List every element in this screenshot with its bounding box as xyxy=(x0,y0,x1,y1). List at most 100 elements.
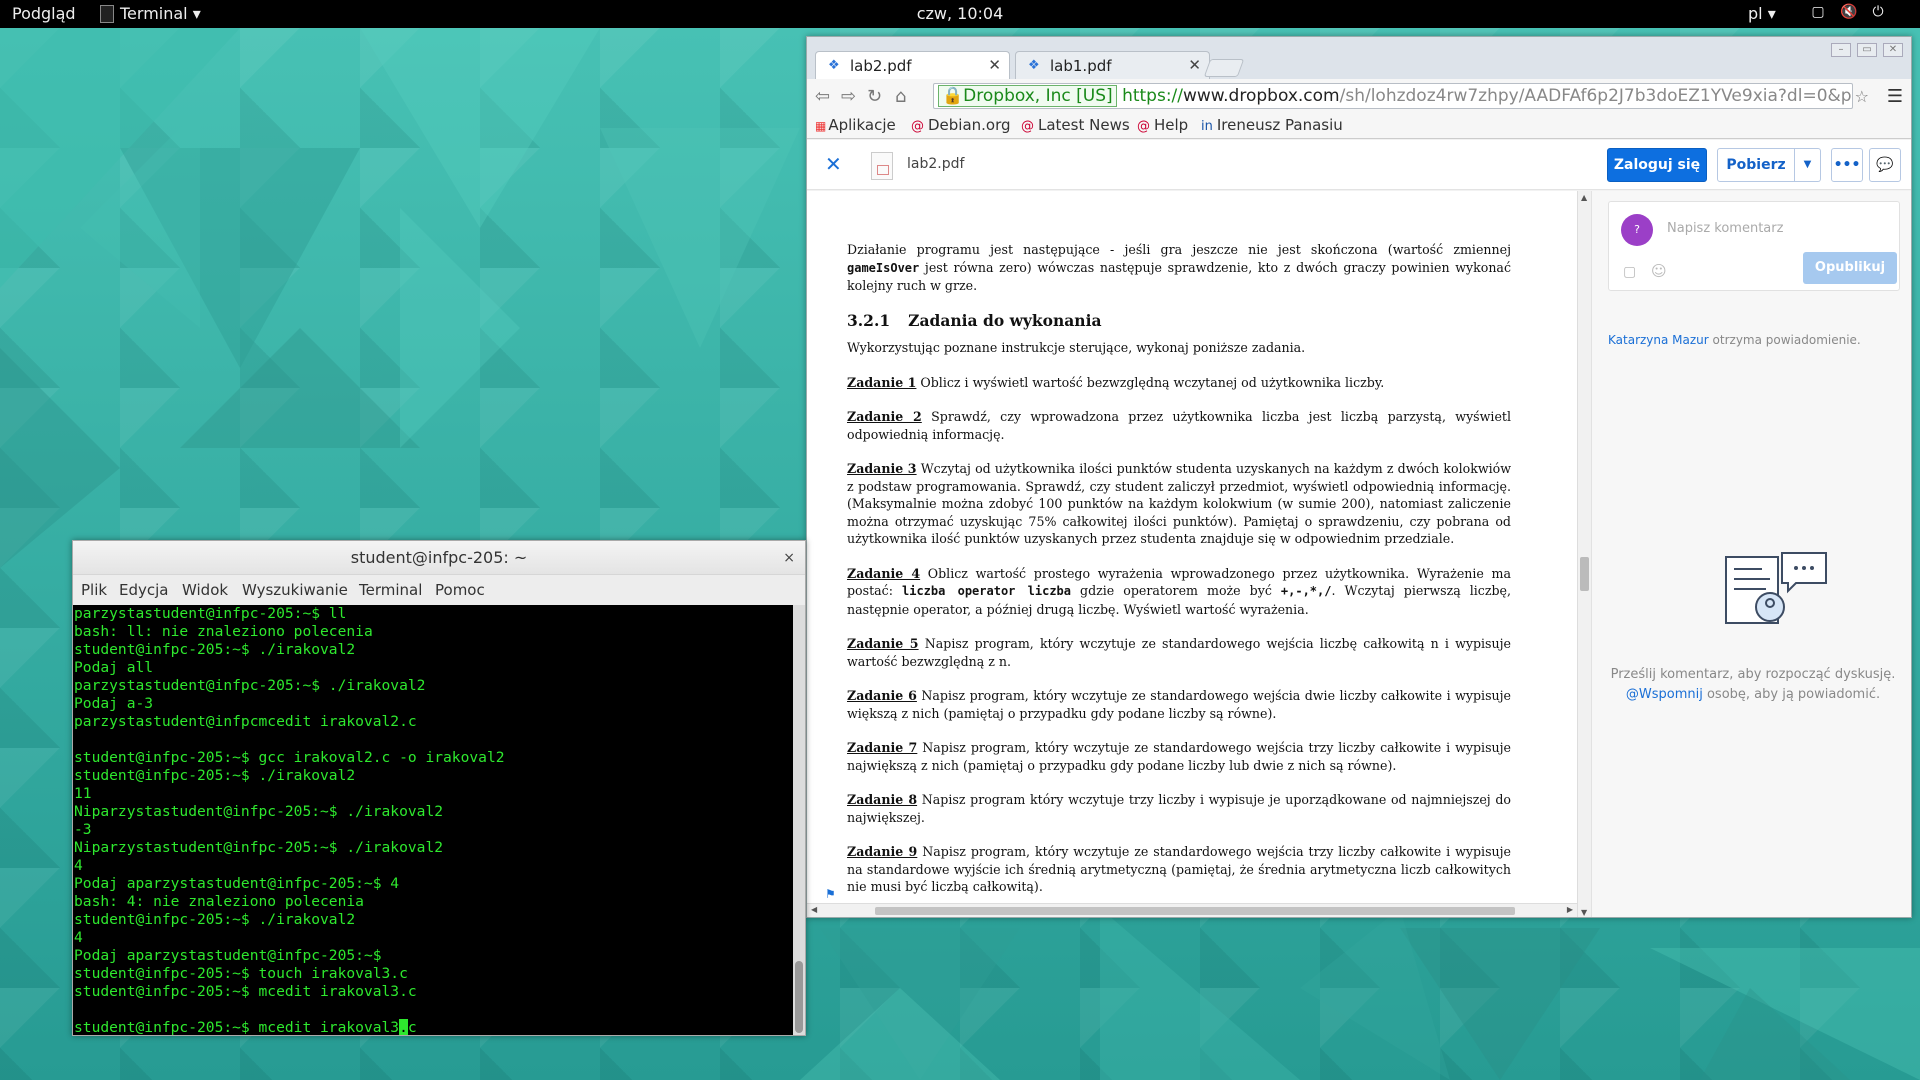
publish-button[interactable]: Opublikuj xyxy=(1803,252,1897,284)
login-button[interactable]: Zaloguj się xyxy=(1607,148,1707,182)
avatar: ? xyxy=(1621,214,1653,246)
scroll-left-icon[interactable]: ◀ xyxy=(811,905,817,914)
menu-terminal[interactable]: Terminal xyxy=(359,581,422,599)
comments-panel: ? Napisz komentarz ▢ ☺ Opublikuj Katarzy… xyxy=(1591,191,1911,917)
tab-lab1[interactable]: ❖ lab1.pdf ✕ xyxy=(1015,51,1210,79)
pdf-file-icon xyxy=(871,152,893,180)
task-label: Zadanie 1 xyxy=(847,374,917,390)
task-text: Napisz program, który wczytuje ze standa… xyxy=(847,636,1511,669)
download-dropdown-icon[interactable]: ▼ xyxy=(1795,148,1821,182)
terminal-line: 4 xyxy=(74,929,83,946)
task-label: Zadanie 4 xyxy=(847,565,921,581)
comment-composer: ? Napisz komentarz ▢ ☺ Opublikuj xyxy=(1608,201,1900,291)
notification-text: otrzyma powiadomienie. xyxy=(1708,333,1861,347)
pdf-text: jest równa zero) wówczas następuje spraw… xyxy=(847,259,1511,294)
pdf-viewer[interactable]: Działanie programu jest następujące - je… xyxy=(807,191,1591,917)
menu-wyszukiwanie[interactable]: Wyszukiwanie xyxy=(242,581,348,599)
bookmark-apps[interactable]: ▦ Aplikacje xyxy=(815,116,896,134)
scroll-right-icon[interactable]: ▶ xyxy=(1567,905,1573,914)
close-preview-icon[interactable]: ✕ xyxy=(825,152,842,176)
task-code: +,-,*,/ xyxy=(1280,584,1332,598)
pdf-text: Działanie programu jest następujące - je… xyxy=(847,242,1511,257)
home-icon[interactable]: ⌂ xyxy=(895,86,906,107)
maximize-icon[interactable]: ▭ xyxy=(1857,43,1877,57)
terminal-line: student@infpc-205:~$ ./irakoval2 xyxy=(74,641,356,658)
download-button[interactable]: Pobierz xyxy=(1717,148,1795,182)
tab-lab2[interactable]: ❖ lab2.pdf ✕ xyxy=(815,51,1010,79)
scroll-down-icon[interactable]: ▼ xyxy=(1581,908,1587,917)
tab-label: lab2.pdf xyxy=(850,57,912,75)
task-7: Zadanie 7 Napisz program, który wczytuje… xyxy=(847,739,1511,774)
task-8: Zadanie 8 Napisz program który wczytuje … xyxy=(847,791,1511,826)
bookmark-label: Help xyxy=(1154,116,1189,134)
language-indicator[interactable]: pl ▾ xyxy=(1748,4,1776,23)
clock[interactable]: czw, 10:04 xyxy=(0,4,1920,23)
empty-text: Prześlij komentarz, aby rozpocząć dyskus… xyxy=(1610,667,1896,682)
back-icon[interactable]: ⇦ xyxy=(815,86,830,107)
menu-pomoc[interactable]: Pomoc xyxy=(435,581,485,599)
new-tab-button[interactable] xyxy=(1203,59,1245,77)
flag-icon[interactable]: ⚑ xyxy=(825,887,836,901)
pdf-page: Działanie programu jest następujące - je… xyxy=(847,241,1511,913)
scroll-up-icon[interactable]: ▲ xyxy=(1581,193,1587,202)
menu-edycja[interactable]: Edycja xyxy=(119,581,168,599)
forward-icon[interactable]: ⇨ xyxy=(841,86,856,107)
emoji-icon[interactable]: ☺ xyxy=(1651,262,1667,280)
empty-comments-message: Prześlij komentarz, aby rozpocząć dyskus… xyxy=(1602,665,1904,705)
prompt-text: c xyxy=(407,1019,417,1036)
terminal-line: parzystastudent@infpc-205:~$ ll xyxy=(74,605,347,622)
close-tab-icon[interactable]: ✕ xyxy=(988,56,1001,74)
bookmark-help[interactable]: @ Help xyxy=(1137,116,1188,134)
scroll-thumb[interactable] xyxy=(875,907,1515,915)
close-tab-icon[interactable]: ✕ xyxy=(1188,56,1201,74)
section-heading: 3.2.1 Zadania do wykonania xyxy=(847,310,1511,330)
terminal-line: Niparzystastudent@infpc-205:~$ ./irakova… xyxy=(74,803,444,820)
tab-strip: ❖ lab2.pdf ✕ ❖ lab1.pdf ✕ – ▭ ✕ xyxy=(807,37,1911,79)
bookmark-ireneusz[interactable]: in Ireneusz Panasiu xyxy=(1201,116,1343,134)
bookmark-star-icon[interactable]: ☆ xyxy=(1855,87,1869,106)
task-text: gdzie operatorem może być xyxy=(1071,583,1281,598)
terminal-titlebar[interactable]: student@infpc-205: ~ × xyxy=(73,541,805,575)
terminal-line: Podaj aparzystastudent@infpc-205:~$ xyxy=(74,947,382,964)
task-label: Zadanie 6 xyxy=(847,688,917,703)
bookmark-latest-news[interactable]: @ Latest News xyxy=(1021,116,1130,134)
menu-plik[interactable]: Plik xyxy=(81,581,107,599)
bookmark-label: Ireneusz Panasiu xyxy=(1216,116,1343,134)
browser-window: ❖ lab2.pdf ✕ ❖ lab1.pdf ✕ – ▭ ✕ ⇦ ⇨ ↻ ⌂ … xyxy=(806,36,1912,918)
task-label: Zadanie 8 xyxy=(847,792,918,807)
terminal-output[interactable]: parzystastudent@infpc-205:~$ ll bash: ll:… xyxy=(73,605,795,1036)
hamburger-menu-icon[interactable]: ☰ xyxy=(1887,86,1903,107)
system-tray[interactable]: ▢ 🔇 ⏻ xyxy=(1810,4,1886,20)
task-3: Zadanie 3 Wczytaj od użytkownika ilości … xyxy=(847,460,1511,548)
terminal-scrollbar[interactable] xyxy=(793,605,805,1035)
task-code: liczba operator liczba xyxy=(902,584,1071,598)
reload-icon[interactable]: ↻ xyxy=(867,86,882,107)
scroll-thumb[interactable] xyxy=(795,961,803,1033)
pdf-paragraph: Działanie programu jest następujące - je… xyxy=(847,241,1511,295)
bookmark-debian[interactable]: @ Debian.org xyxy=(911,116,1011,134)
comments-toggle-icon[interactable]: 💬 xyxy=(1869,148,1901,182)
scroll-thumb[interactable] xyxy=(1580,557,1589,591)
horizontal-scrollbar[interactable]: ◀ ▶ xyxy=(807,903,1577,917)
address-bar[interactable]: 🔒Dropbox, Inc [US] https://www.dropbox.c… xyxy=(933,83,1853,109)
menu-widok[interactable]: Widok xyxy=(182,581,228,599)
terminal-line: bash: 4: nie znaleziono polecenia xyxy=(74,893,364,910)
more-options-button[interactable]: ••• xyxy=(1831,148,1863,182)
comment-input[interactable]: Napisz komentarz xyxy=(1667,221,1783,236)
vertical-scrollbar[interactable]: ▲ ▼ xyxy=(1577,191,1591,917)
close-icon[interactable]: × xyxy=(783,541,795,575)
attach-icon[interactable]: ▢ xyxy=(1623,264,1636,280)
terminal-window: student@infpc-205: ~ × Plik Edycja Widok… xyxy=(72,540,806,1036)
notified-user-link[interactable]: Katarzyna Mazur xyxy=(1608,333,1709,347)
section-number: 3.2.1 xyxy=(847,310,891,330)
terminal-line: parzystastudent@infpc-205:~$ ./irakoval2 xyxy=(74,677,426,694)
minimize-icon[interactable]: – xyxy=(1831,43,1851,57)
debian-icon: @ xyxy=(1137,119,1150,134)
secure-badge[interactable]: 🔒Dropbox, Inc [US] xyxy=(938,85,1117,107)
mention-link[interactable]: @Wspomnij xyxy=(1626,687,1703,702)
close-window-icon[interactable]: ✕ xyxy=(1883,43,1903,57)
task-text: Wczytaj od użytkownika ilości punktów st… xyxy=(847,461,1511,546)
empty-text: osobę, aby ją powiadomić. xyxy=(1702,687,1881,702)
terminal-line: Podaj aparzystastudent@infpc-205:~$ 4 xyxy=(74,875,400,892)
